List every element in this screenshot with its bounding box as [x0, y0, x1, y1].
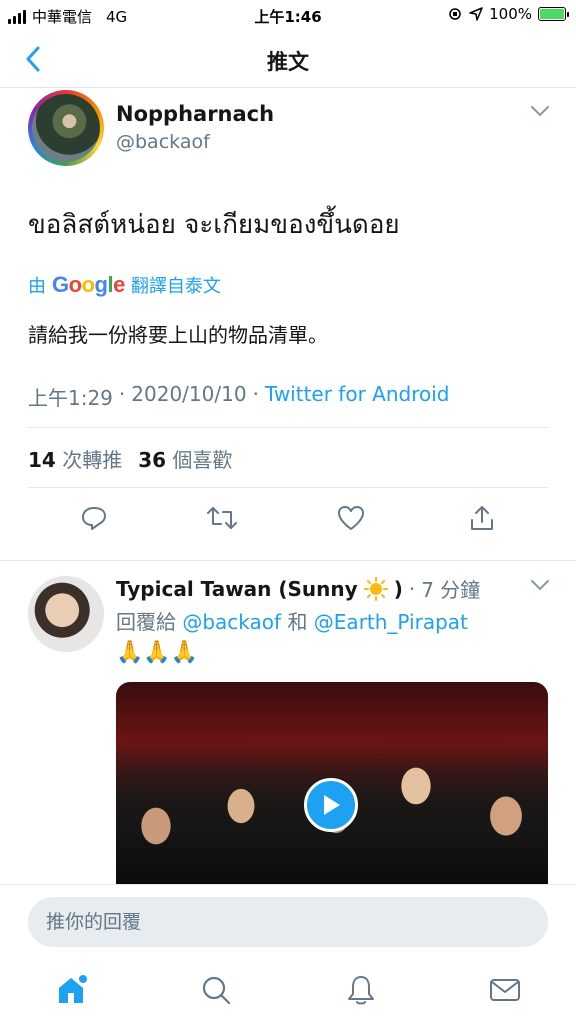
reply-button[interactable]: [76, 500, 112, 536]
reply-to-prefix: 回覆給: [116, 610, 176, 634]
orientation-lock-icon: [449, 8, 461, 20]
meta-separator: ·: [118, 382, 126, 406]
mention-link[interactable]: @backaof: [182, 610, 281, 634]
retweet-count: 14: [28, 448, 56, 472]
section-divider: [0, 560, 576, 561]
reply-menu-button[interactable]: [530, 576, 550, 595]
tab-home[interactable]: [54, 972, 90, 1008]
reply-author-name-suffix: ): [393, 576, 403, 601]
battery-icon: [538, 7, 569, 21]
reply-time: 7 分鐘: [421, 578, 481, 602]
home-icon: [59, 975, 87, 1003]
reply-separator: ·: [408, 576, 416, 601]
battery-percent: 100%: [489, 5, 532, 23]
tab-bar: [0, 960, 576, 1024]
reply-author-row[interactable]: Typical Tawan (Sunny ) · 7 分鐘: [116, 574, 480, 603]
tab-messages[interactable]: [487, 972, 523, 1008]
status-right: 100%: [447, 5, 569, 23]
retweet-stat[interactable]: 14 次轉推: [28, 444, 122, 473]
google-logo: Google: [52, 272, 125, 297]
retweet-icon: [207, 507, 237, 529]
share-icon: [471, 506, 493, 530]
reply-author-avatar[interactable]: [28, 576, 104, 652]
meta-separator: ·: [252, 382, 259, 406]
share-button[interactable]: [464, 500, 500, 536]
search-icon: [202, 976, 231, 1005]
tweet-menu-button[interactable]: [530, 102, 550, 121]
status-bar: 中華電信 4G 上午1:46 100%: [0, 0, 576, 30]
tab-notifications[interactable]: [343, 972, 379, 1008]
translate-prefix: 由: [28, 276, 46, 297]
tab-search[interactable]: [198, 972, 234, 1008]
translated-text: 請給我一份將要上山的物品清單。: [28, 323, 328, 347]
reply-icon: [82, 507, 106, 530]
play-button[interactable]: [304, 778, 358, 832]
tweet-meta: 上午1:29 · 2020/10/10 · Twitter for Androi…: [28, 382, 450, 411]
divider: [28, 427, 548, 428]
reply-to-conjunction: 和: [287, 610, 308, 634]
author-name[interactable]: Noppharnach: [116, 102, 274, 126]
translate-suffix: 翻譯自泰文: [130, 276, 221, 297]
like-label: 個喜歡: [172, 448, 233, 472]
play-icon: [324, 795, 340, 815]
translation-attribution[interactable]: 由 Google 翻譯自泰文: [28, 272, 221, 298]
mention-link[interactable]: @Earth_Pirapat: [314, 610, 468, 634]
tweet-stats: 14 次轉推 36 個喜歡: [28, 444, 232, 473]
like-button[interactable]: [333, 500, 369, 536]
notifications-icon: [348, 976, 374, 1005]
tweet-actions: [28, 500, 548, 536]
reply-composer: [0, 884, 576, 960]
location-icon: [469, 7, 483, 21]
author-handle[interactable]: @backaof: [116, 131, 210, 153]
reply-input[interactable]: [28, 897, 548, 947]
page-title: 推文: [267, 50, 309, 74]
author-avatar[interactable]: [28, 90, 104, 166]
chevron-down-icon: [531, 106, 549, 117]
sun-icon: [363, 576, 388, 601]
retweet-button[interactable]: [204, 500, 240, 536]
tweet-source-link[interactable]: Twitter for Android: [265, 382, 450, 411]
like-count: 36: [138, 448, 167, 472]
tweet-date: 2020/10/10: [131, 382, 247, 406]
messages-icon: [490, 979, 520, 1001]
divider: [28, 487, 548, 488]
tweet-time: 上午1:29: [28, 386, 113, 410]
reply-author-name: Typical Tawan (Sunny: [116, 576, 358, 601]
reply-to-line: 回覆給 @backaof 和 @Earth_Pirapat: [116, 606, 468, 635]
tweet-text: ขอลิสต์หน่อย จะเกียมของขึ้นดอย: [28, 210, 400, 240]
reply-media-video[interactable]: [116, 682, 548, 886]
like-icon: [338, 506, 364, 530]
chevron-down-icon: [531, 580, 549, 591]
like-stat[interactable]: 36 個喜歡: [138, 444, 232, 473]
nav-header: 推文: [0, 30, 576, 88]
retweet-label: 次轉推: [62, 448, 123, 472]
reply-text: 🙏🙏🙏: [116, 640, 199, 665]
